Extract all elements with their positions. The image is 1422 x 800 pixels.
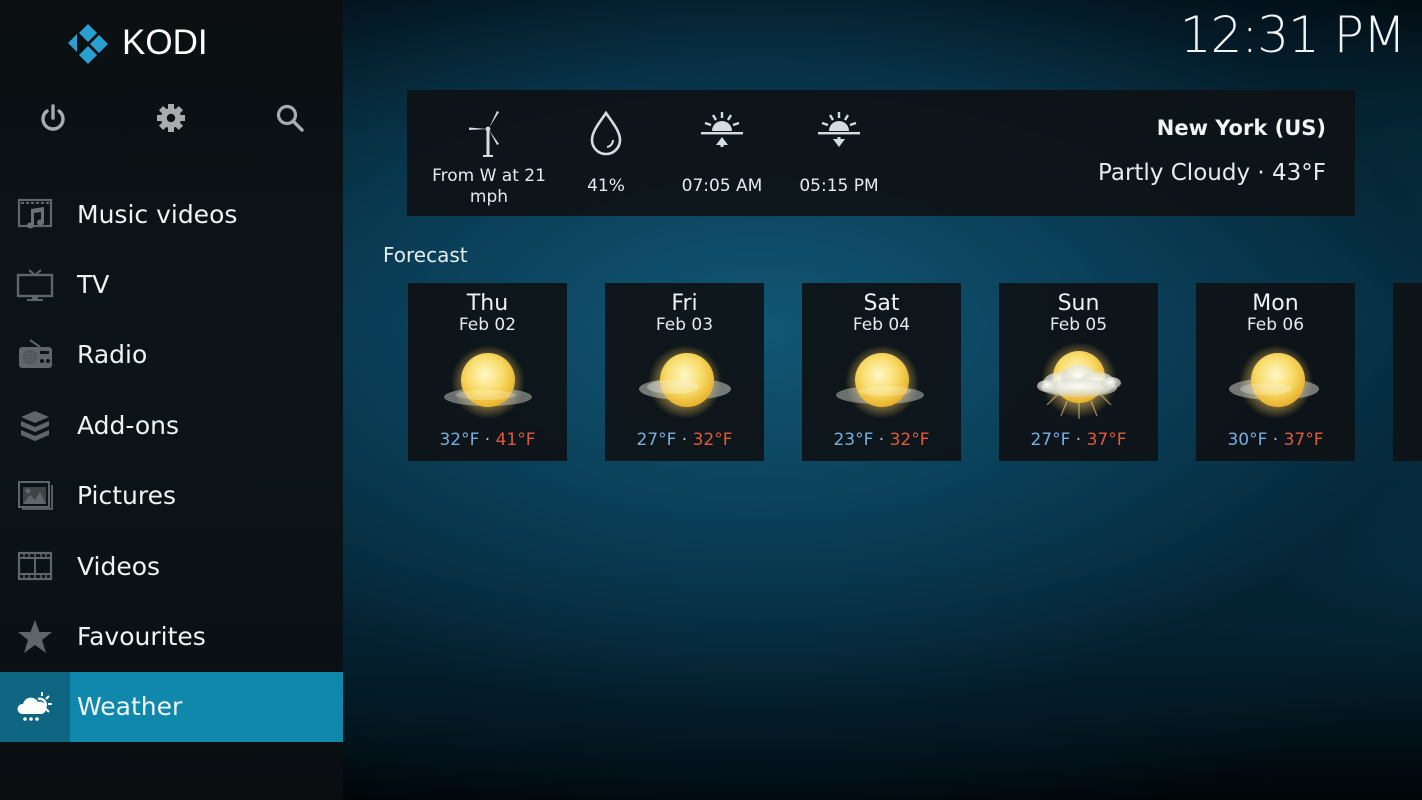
wind-info: From W at 21 mph	[431, 90, 547, 216]
menu-item-favourites[interactable]: Favourites	[0, 601, 343, 671]
sunrise-value: 07:05 AM	[681, 176, 763, 196]
high-temp: 41°F	[495, 430, 536, 450]
power-button[interactable]	[33, 98, 73, 138]
radio-icon	[19, 339, 52, 368]
forecast-date: Feb 04	[852, 315, 911, 335]
wind-turbine-icon	[469, 111, 499, 157]
gear-icon	[157, 104, 185, 132]
mostly-sunny-icon	[444, 345, 532, 419]
sunset-icon	[818, 112, 860, 147]
menu-item-label: Videos	[77, 551, 161, 581]
menu-item-pictures[interactable]: Pictures	[0, 461, 343, 531]
forecast-card-partial[interactable]	[1393, 283, 1422, 461]
kodi-logo: KODI	[66, 22, 208, 64]
menu-item-add-ons[interactable]: Add-ons	[0, 390, 343, 460]
forecast-day: Thu	[466, 291, 509, 316]
mostly-sunny-icon	[836, 345, 924, 419]
top-actions	[0, 98, 343, 142]
forecast-day: Mon	[1252, 291, 1299, 316]
temp-separator: ·	[484, 430, 491, 450]
kodi-wordmark: KODI	[122, 23, 208, 62]
menu-item-tv[interactable]: TV	[0, 249, 343, 319]
power-icon	[41, 104, 65, 131]
menu-item-label: Radio	[77, 340, 148, 370]
sunset-value: 05:15 PM	[799, 176, 879, 196]
menu-item-label: Pictures	[77, 481, 176, 511]
menu-item-radio[interactable]: Radio	[0, 320, 343, 390]
temp-separator: ·	[1272, 430, 1279, 450]
menu-item-label: TV	[77, 270, 110, 300]
forecast-card[interactable]: Fri Feb 03 27°F · 32°F	[605, 283, 764, 461]
search-button[interactable]	[270, 98, 310, 138]
pictures-icon	[18, 480, 53, 510]
menu-item-weather[interactable]: Weather	[0, 671, 343, 743]
current-condition: Partly Cloudy · 43°F	[1098, 160, 1326, 186]
settings-button[interactable]	[151, 98, 191, 138]
forecast-card[interactable]: Mon Feb 06 30°F · 37°F	[1196, 283, 1355, 461]
location-name: New York (US)	[1156, 116, 1326, 140]
forecast-date: Feb 05	[1049, 315, 1108, 335]
wind-value: From W at 21 mph	[432, 166, 546, 207]
sidebar: KODI Music videos TV Radio Add-ons Pictu…	[0, 0, 343, 800]
partly-cloudy-icon	[1037, 343, 1121, 419]
forecast-card[interactable]: Thu Feb 02 32°F · 41°F	[408, 283, 567, 461]
menu-item-label: Favourites	[77, 622, 206, 652]
high-temp: 37°F	[1283, 430, 1324, 450]
forecast-date: Feb 03	[655, 315, 714, 335]
low-temp: 27°F	[636, 430, 677, 450]
forecast-temps: 30°F · 37°F	[1196, 430, 1355, 450]
tv-icon	[16, 268, 54, 301]
menu-item-label: Weather	[77, 692, 183, 722]
humidity-info: 41%	[548, 90, 664, 216]
film-strip-icon	[17, 552, 53, 581]
low-temp: 32°F	[439, 430, 480, 450]
forecast-card[interactable]: Sun Feb 05 27°F · 37°F	[999, 283, 1158, 461]
menu-item-label: Add-ons	[77, 410, 180, 440]
high-temp: 32°F	[889, 430, 930, 450]
mostly-sunny-icon	[1229, 345, 1319, 419]
sunrise-info: 07:05 AM	[664, 90, 780, 216]
low-temp: 23°F	[833, 430, 874, 450]
temp-separator: ·	[681, 430, 688, 450]
clock: 12:31 PM	[1179, 6, 1406, 64]
search-icon	[276, 104, 304, 132]
forecast-temps: 23°F · 32°F	[802, 430, 961, 450]
forecast-heading: Forecast	[383, 243, 468, 267]
low-temp: 27°F	[1030, 430, 1071, 450]
water-drop-icon	[590, 110, 622, 156]
weather-icon	[17, 691, 52, 721]
high-temp: 37°F	[1086, 430, 1127, 450]
forecast-temps: 32°F · 41°F	[408, 430, 567, 450]
star-icon	[18, 619, 52, 653]
forecast-day: Sun	[1057, 291, 1100, 316]
forecast-day: Sat	[863, 291, 900, 316]
forecast-day: Fri	[671, 291, 698, 316]
forecast-date: Feb 06	[1246, 315, 1305, 335]
temp-separator: ·	[1075, 430, 1082, 450]
forecast-card[interactable]: Sat Feb 04 23°F · 32°F	[802, 283, 961, 461]
low-temp: 30°F	[1227, 430, 1268, 450]
sunset-info: 05:15 PM	[781, 90, 897, 216]
menu-item-label: Music videos	[77, 199, 238, 229]
forecast-temps: 27°F · 32°F	[605, 430, 764, 450]
current-conditions-panel: From W at 21 mph 41% 07:05 AM 05:15 PM N…	[407, 90, 1355, 216]
sunrise-icon	[701, 112, 743, 147]
mostly-sunny-icon	[639, 345, 731, 419]
kodi-logo-icon	[68, 24, 108, 64]
addons-box-icon	[21, 411, 49, 442]
menu-item-music-videos[interactable]: Music videos	[0, 179, 343, 249]
music-video-icon	[17, 199, 53, 229]
forecast-date: Feb 02	[458, 315, 517, 335]
temp-separator: ·	[878, 430, 885, 450]
menu-item-videos[interactable]: Videos	[0, 531, 343, 601]
high-temp: 32°F	[692, 430, 733, 450]
forecast-temps: 27°F · 37°F	[999, 430, 1158, 450]
main-menu: Music videos TV Radio Add-ons Pictures V…	[0, 179, 343, 743]
